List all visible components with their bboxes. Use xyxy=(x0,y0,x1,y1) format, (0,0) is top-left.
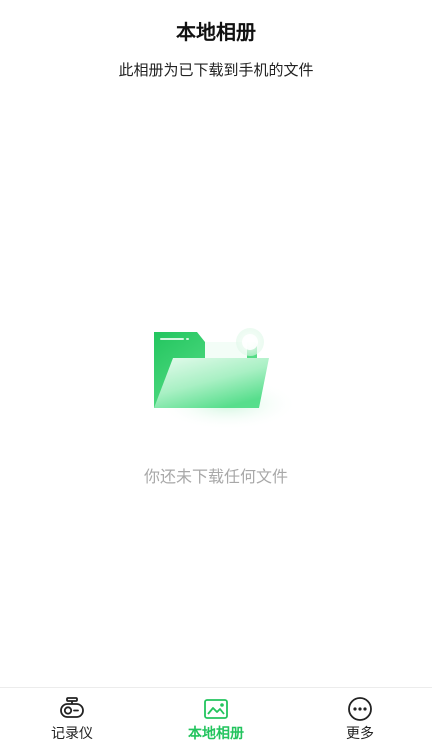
tab-dashcam-label: 记录仪 xyxy=(51,726,93,742)
album-icon xyxy=(202,695,230,723)
page-subtitle: 此相册为已下载到手机的文件 xyxy=(118,61,314,79)
tab-dashcam[interactable]: 记录仪 xyxy=(0,688,144,746)
tab-more-label: 更多 xyxy=(346,726,374,742)
empty-state-message: 你还未下载任何文件 xyxy=(143,467,288,486)
more-icon xyxy=(346,695,374,723)
dashcam-icon xyxy=(58,695,86,723)
tab-more[interactable]: 更多 xyxy=(288,688,432,746)
tab-local-album[interactable]: 本地相册 xyxy=(144,688,288,746)
page-title: 本地相册 xyxy=(176,20,256,44)
bottom-tab-bar: 记录仪 本地相册 更多 xyxy=(0,687,432,746)
folder-icon xyxy=(143,318,303,438)
tab-local-album-label: 本地相册 xyxy=(188,726,244,742)
